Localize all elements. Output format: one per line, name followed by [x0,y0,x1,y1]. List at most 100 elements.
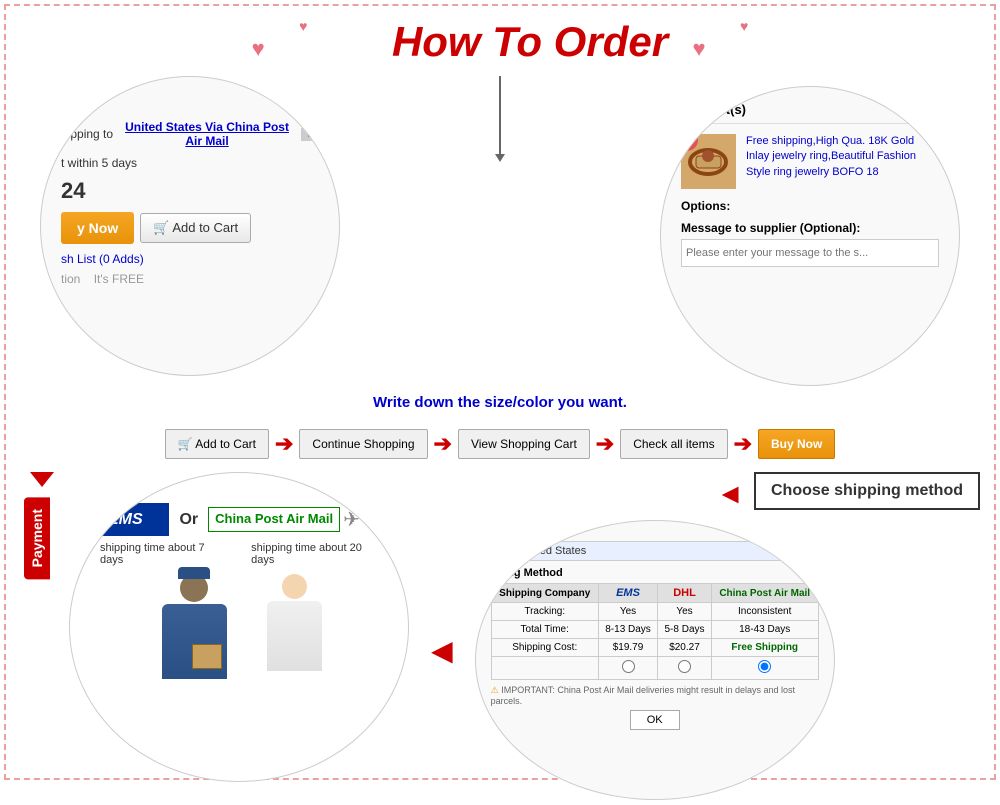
flow-arrow-1: ➔ [275,431,293,457]
choose-shipping-area: ◄ Choose shipping method [716,472,980,515]
write-down-text: Write down the size/color you want. [0,394,1000,411]
product-thumbnail: hot [681,134,736,189]
flow-cart-icon: 🛒 [178,437,193,451]
ems-logo: EMS ✈ [100,503,169,536]
col-dhl: DHL [658,584,712,603]
top-right-circle: Product(s) hot Free shipping,High Qua. 1… [660,86,960,386]
radio-china[interactable] [711,657,818,680]
shipping-to-label: hipping to [61,127,113,141]
delivery-person-figure [144,574,244,684]
product-badge: hot [676,129,698,151]
middle-arrow: ◄ [424,630,460,672]
action-buttons: y Now 🛒 Add to Cart [61,212,319,244]
dropdown-arrow-icon[interactable]: ▼ [301,128,317,141]
price-display: 24 [61,178,319,204]
payment-tab: Payment [24,497,50,579]
flow-add-cart-label: Add to Cart [195,437,256,451]
flow-arrow-4: ➔ [734,431,752,457]
flow-arrow-3: ➔ [596,431,614,457]
ems-content: EMS ✈ Or China Post Air Mail ✈ shipping … [70,473,408,694]
total-time-label: Total Time: [491,621,598,639]
china-post-logo: China Post Air Mail [208,507,340,532]
protection-label: tion [61,272,80,286]
buy-now-flow-button[interactable]: Buy Now [758,429,835,459]
shipping-table-circle: 🌐 United States pping Method Shipping Co… [475,520,835,800]
radio-ems-input[interactable] [622,660,635,673]
heart-decoration-1: ♥ [252,36,265,61]
add-to-cart-button[interactable]: 🛒 Add to Cart [140,213,251,243]
ems-time: shipping time about 7 days [100,542,221,566]
message-input[interactable] [681,239,939,267]
tracking-china: Inconsistent [711,603,818,621]
radio-dhl-input[interactable] [678,660,691,673]
connector-area [340,76,660,186]
shipping-table: Shipping Company EMS DHL China Post Air … [491,583,819,680]
cost-dhl: $20.27 [658,639,712,657]
radio-row [491,657,818,680]
radio-label-empty [491,657,598,680]
protection-row: tion It's FREE [61,272,319,286]
wish-list-link[interactable]: sh List (0 Adds) [61,252,319,266]
tracking-row: Tracking: Yes Yes Inconsistent [491,603,818,621]
ems-plane-icon: ✈ [145,507,162,532]
ok-button[interactable]: OK [630,710,680,730]
col-ems: EMS [598,584,657,603]
or-text: Or [179,511,198,529]
shipping-ui: air hipping to United States Via China P… [41,77,339,296]
choose-shipping-box: Choose shipping method [754,472,980,510]
choose-shipping-arrow: ◄ [716,478,744,510]
important-note-text: IMPORTANT: China Post Air Mail deliverie… [491,685,795,706]
shipping-air-label: air [61,102,319,116]
time-ems: 8-13 Days [598,621,657,639]
view-cart-button[interactable]: View Shopping Cart [458,429,590,459]
heart-decoration-4: ♥ [740,18,748,34]
check-items-button[interactable]: Check all items [620,429,727,459]
time-china: 18-43 Days [711,621,818,639]
cart-icon: 🛒 [153,220,169,235]
flow-arrow-2: ➔ [434,431,452,457]
product-row: hot Free shipping,High Qua. 18K Gold Inl… [681,134,939,189]
location-text: United States [520,545,586,557]
add-to-cart-label: Add to Cart [172,220,238,235]
shipping-logos: EMS ✈ Or China Post Air Mail ✈ [100,503,378,536]
page-title: How To Order [392,18,668,66]
radio-ems[interactable] [598,657,657,680]
cost-label: Shipping Cost: [491,639,598,657]
important-note: ⚠ IMPORTANT: China Post Air Mail deliver… [491,685,819,706]
shipping-table-content: 🌐 United States pping Method Shipping Co… [476,521,834,750]
china-post-time: shipping time about 20 days [251,542,378,566]
cost-china: Free Shipping [711,639,818,657]
buy-now-button[interactable]: y Now [61,212,134,244]
location-bar: 🌐 United States [491,541,819,561]
top-section: air hipping to United States Via China P… [0,76,1000,386]
shipping-select-row: hipping to United States Via China Post … [61,120,319,148]
tracking-ems: Yes [598,603,657,621]
product-ui: Product(s) hot Free shipping,High Qua. 1… [661,87,959,282]
radio-china-input[interactable] [758,660,771,673]
total-time-row: Total Time: 8-13 Days 5-8 Days 18-43 Day… [491,621,818,639]
top-left-circle: air hipping to United States Via China P… [40,76,340,376]
col-header-company: Shipping Company [491,584,598,603]
shipping-link[interactable]: United States Via China Post Air Mail [117,120,297,148]
tracking-dhl: Yes [658,603,712,621]
continue-shopping-button[interactable]: Continue Shopping [299,429,427,459]
cost-row: Shipping Cost: $19.79 $20.27 Free Shippi… [491,639,818,657]
heart-decoration-3: ♥ [693,36,706,61]
page-title-section: ♥ ♥ How To Order ♥ ♥ [0,0,1000,76]
tracking-label: Tracking: [491,603,598,621]
product-description: Free shipping,High Qua. 18K Gold Inlay j… [746,134,939,189]
shipping-days: t within 5 days [61,156,319,170]
bottom-right: ◄ Choose shipping method 🌐 United States… [475,472,980,800]
delivery-illustration [100,574,378,684]
bottom-section: Payment EMS ✈ Or China Post Air Mail ✈ [0,467,1000,805]
add-to-cart-flow-button[interactable]: 🛒 Add to Cart [165,429,269,459]
protection-value: It's FREE [94,272,144,286]
shipping-times: shipping time about 7 days shipping time… [100,542,378,566]
radio-dhl[interactable] [658,657,712,680]
message-label: Message to supplier (Optional): [681,221,939,235]
ems-text: EMS [108,511,143,529]
cost-ems: $19.79 [598,639,657,657]
left-indicator: Payment [20,472,54,579]
recipient-figure [254,574,334,674]
product-header: Product(s) [681,102,939,124]
